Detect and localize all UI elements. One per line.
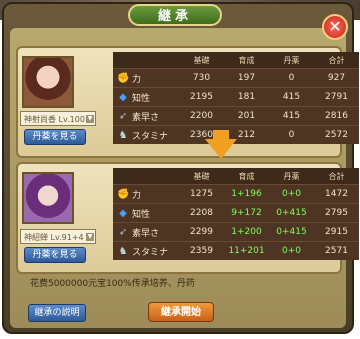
stat-label: ✊ 力 (113, 184, 179, 204)
stat-value: 11+201 (224, 241, 269, 260)
stat-value: 2571 (314, 241, 359, 260)
inherit-start-button[interactable]: 継承開始 (148, 302, 214, 322)
speed-icon: ➶ (118, 227, 128, 238)
stat-value: 181 (224, 87, 269, 107)
stat-value: 0+415 (269, 222, 314, 242)
stat-value: 730 (179, 68, 224, 88)
stat-label: ➶ 素早さ (113, 106, 179, 126)
stat-value: 2200 (179, 106, 224, 126)
stat-value: 2795 (314, 203, 359, 223)
stat-value: 927 (314, 68, 359, 88)
stat-name: 素早さ (132, 112, 160, 123)
stat-name: 力 (132, 190, 142, 201)
table-row: ✊ 力 730 197 0 927 (113, 68, 359, 88)
stamina-icon: ♞ (118, 246, 128, 257)
stat-label: ♞ スタミナ (113, 241, 179, 260)
chevron-down-icon: ▼ (86, 115, 94, 123)
target-view-pills-button[interactable]: 丹薬を見る (24, 247, 86, 263)
header-training: 育成 (224, 52, 269, 69)
stat-value: 0 (269, 68, 314, 88)
stat-value: 415 (269, 106, 314, 126)
stat-value: 0+415 (269, 203, 314, 223)
stat-name: 知性 (132, 209, 151, 220)
close-button[interactable]: ✕ (322, 14, 348, 40)
stat-name: 力 (132, 74, 142, 85)
speed-icon: ➶ (118, 111, 128, 122)
stat-value: 2359 (179, 241, 224, 260)
arrow-down-icon (205, 139, 237, 159)
stat-value: 1275 (179, 184, 224, 204)
stat-value: 1+196 (224, 184, 269, 204)
dialog-title: 継承 (128, 4, 222, 26)
target-general-portrait (22, 172, 74, 224)
stat-name: スタミナ (132, 131, 169, 142)
header-base: 基礎 (179, 168, 224, 185)
stat-value: 2915 (314, 222, 359, 242)
source-general-name: 神射尚香 Lv.100 (24, 115, 85, 124)
stat-value: 201 (224, 106, 269, 126)
stat-value: 0+0 (269, 184, 314, 204)
header-total: 合計 (314, 168, 359, 185)
chevron-down-icon: ▼ (86, 233, 94, 241)
table-header-row: 基礎 育成 丹薬 合計 (113, 168, 359, 185)
stat-value: 2208 (179, 203, 224, 223)
stat-label: ♞ スタミナ (113, 125, 179, 144)
stat-value: 2572 (314, 125, 359, 144)
stamina-icon: ♞ (118, 130, 128, 141)
inherit-explanation-button[interactable]: 継承の説明 (28, 304, 86, 322)
stat-name: 素早さ (132, 228, 160, 239)
intel-icon: ◆ (119, 208, 127, 219)
target-stats-table: 基礎 育成 丹薬 合計 ✊ 力 1275 1+196 0+0 1472 ◆ 知性 2… (113, 168, 359, 260)
table-row: ♞ スタミナ 2359 11+201 0+0 2571 (113, 241, 359, 260)
header-total: 合計 (314, 52, 359, 69)
stat-value: 2816 (314, 106, 359, 126)
inherit-cost-text: 花费5000000元宝100%传承培养、丹药 (30, 279, 195, 289)
header-pills: 丹薬 (269, 52, 314, 69)
stat-label: ◆ 知性 (113, 87, 179, 107)
power-icon: ✊ (117, 189, 130, 200)
table-header-row: 基礎 育成 丹薬 合計 (113, 52, 359, 69)
stat-name: スタミナ (132, 247, 169, 258)
source-stats-table: 基礎 育成 丹薬 合計 ✊ 力 730 197 0 927 ◆ 知性 2195 18… (113, 52, 359, 144)
header-pills: 丹薬 (269, 168, 314, 185)
source-view-pills-button[interactable]: 丹薬を見る (24, 129, 86, 145)
stat-name: 知性 (132, 93, 151, 104)
stat-value: 197 (224, 68, 269, 88)
table-row: ◆ 知性 2208 9+172 0+415 2795 (113, 203, 359, 223)
stat-label: ✊ 力 (113, 68, 179, 88)
table-row: ➶ 素早さ 2299 1+200 0+415 2915 (113, 222, 359, 242)
stat-label: ◆ 知性 (113, 203, 179, 223)
table-header-cell (113, 52, 179, 69)
stat-value: 2299 (179, 222, 224, 242)
source-general-select[interactable]: 神射尚香 Lv.100 ▼ (20, 111, 96, 126)
table-row: ◆ 知性 2195 181 415 2791 (113, 87, 359, 107)
stat-value: 9+172 (224, 203, 269, 223)
table-row: ➶ 素早さ 2200 201 415 2816 (113, 106, 359, 126)
stat-value: 415 (269, 87, 314, 107)
stat-value: 2195 (179, 87, 224, 107)
stat-value: 1472 (314, 184, 359, 204)
header-base: 基礎 (179, 52, 224, 69)
stat-value: 0+0 (269, 241, 314, 260)
power-icon: ✊ (117, 73, 130, 84)
intel-icon: ◆ (119, 92, 127, 103)
stat-label: ➶ 素早さ (113, 222, 179, 242)
table-row: ✊ 力 1275 1+196 0+0 1472 (113, 184, 359, 204)
target-general-select[interactable]: 神紹蝉 Lv.91+4 ▼ (20, 229, 96, 244)
stat-value: 2791 (314, 87, 359, 107)
stat-value: 1+200 (224, 222, 269, 242)
header-training: 育成 (224, 168, 269, 185)
table-header-cell (113, 168, 179, 185)
stat-value: 0 (269, 125, 314, 144)
source-general-portrait (22, 56, 74, 108)
target-general-name: 神紹蝉 Lv.91+4 (24, 233, 84, 242)
